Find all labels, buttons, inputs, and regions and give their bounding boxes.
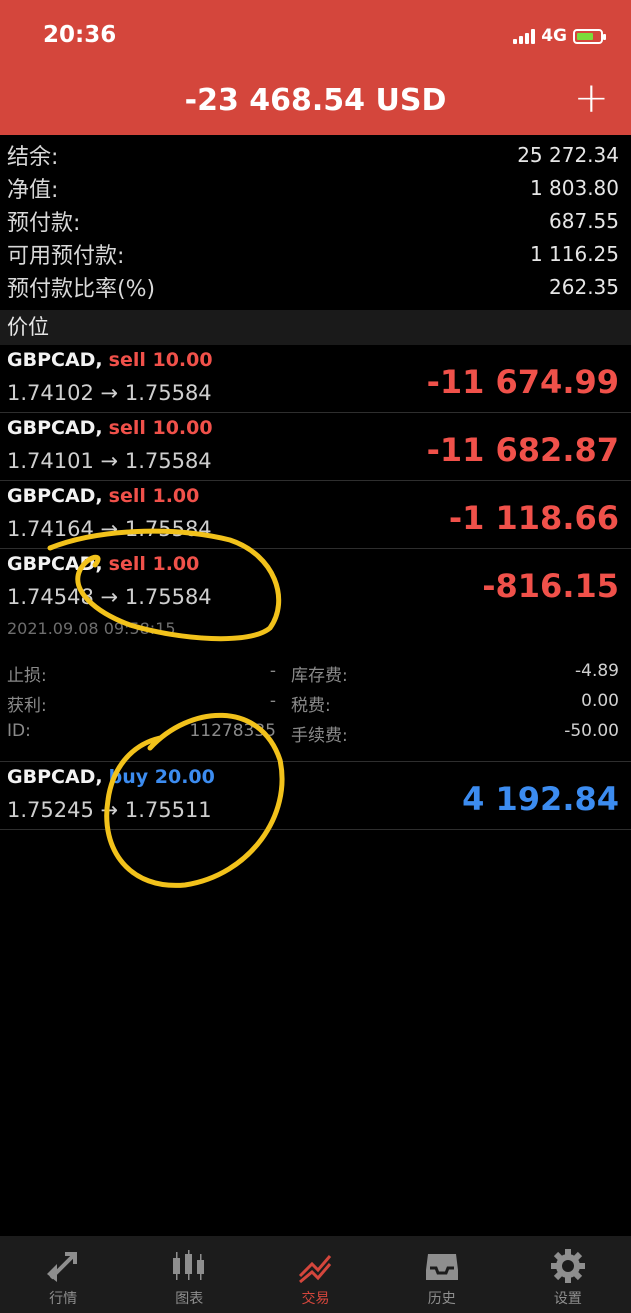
status-indicators: 4G	[513, 26, 606, 46]
candlestick-chart-icon	[167, 1244, 211, 1288]
position-row-expanded[interactable]: GBPCAD, sell 1.00 1.74548 → 1.75584 -816.…	[0, 549, 631, 617]
tab-label: 行情	[49, 1291, 78, 1307]
margin-level-row: 预付款比率(%) 262.35	[0, 270, 631, 303]
open-time: 2021.09.08 09:58:15	[7, 619, 176, 638]
account-summary: 结余: 25 272.34 净值: 1 803.80 预付款: 687.55 可…	[0, 138, 631, 303]
position-side: sell 10.00	[108, 417, 213, 439]
bottom-tab-bar: 行情 图表 交易 历史 设置	[0, 1236, 631, 1313]
position-symbol: GBPCAD,	[7, 485, 103, 507]
stop-loss-label: 止损:	[7, 666, 47, 686]
margin-level-label: 预付款比率(%)	[7, 276, 156, 302]
position-row[interactable]: GBPCAD, sell 10.00 1.74101 → 1.75584 -11 …	[0, 413, 631, 481]
equity-value: 1 803.80	[529, 175, 619, 200]
position-profit: -11 674.99	[426, 363, 619, 401]
take-profit-value: -	[269, 691, 276, 711]
arrow-right-icon: →	[100, 585, 119, 609]
current-price: 1.75584	[124, 585, 212, 609]
balance-value: 25 272.34	[517, 142, 619, 167]
quotes-arrows-icon	[41, 1244, 85, 1288]
new-order-button[interactable]: +	[574, 77, 609, 119]
arrow-right-icon: →	[100, 798, 119, 822]
position-side: sell 1.00	[108, 553, 200, 575]
settings-gear-icon	[546, 1244, 590, 1288]
history-inbox-icon	[420, 1244, 464, 1288]
position-side: sell 1.00	[108, 485, 200, 507]
position-side: buy 20.00	[108, 766, 215, 788]
swap-value: -4.89	[575, 661, 619, 681]
tab-settings[interactable]: 设置	[505, 1236, 631, 1313]
open-price: 1.74101	[7, 449, 94, 473]
tab-label: 图表	[175, 1291, 204, 1307]
position-symbol: GBPCAD,	[7, 349, 103, 371]
stop-loss-value: -	[269, 661, 276, 681]
tab-chart[interactable]: 图表	[126, 1236, 252, 1313]
battery-icon	[573, 28, 606, 44]
trade-trend-icon	[294, 1244, 338, 1288]
position-row[interactable]: GBPCAD, buy 20.00 1.75245 → 1.75511 4 192…	[0, 762, 631, 830]
take-profit-label: 获利:	[7, 696, 47, 716]
id-label: ID:	[7, 721, 31, 741]
margin-label: 预付款:	[7, 210, 81, 236]
margin-row: 预付款: 687.55	[0, 204, 631, 237]
tab-label: 设置	[553, 1291, 582, 1307]
equity-row: 净值: 1 803.80	[0, 171, 631, 204]
tab-quotes[interactable]: 行情	[0, 1236, 126, 1313]
top-bar: 20:36 4G -23 468.54 USD +	[0, 0, 631, 135]
current-price: 1.75584	[124, 381, 212, 405]
balance-row: 结余: 25 272.34	[0, 138, 631, 171]
position-symbol: GBPCAD,	[7, 766, 103, 788]
tax-value: 0.00	[581, 691, 619, 711]
equity-label: 净值:	[7, 177, 59, 203]
position-profit: 4 192.84	[462, 780, 619, 818]
free-margin-value: 1 116.25	[529, 241, 619, 266]
open-price: 1.74548	[7, 585, 94, 609]
id-value: 11278335	[189, 721, 276, 741]
detail-row: 止损: - 库存费: -4.89	[0, 661, 631, 689]
positions-section-header: 价位	[0, 310, 631, 345]
open-price: 1.74102	[7, 381, 94, 405]
open-price: 1.75245	[7, 798, 94, 822]
position-symbol: GBPCAD,	[7, 417, 103, 439]
position-profit: -816.15	[482, 567, 619, 605]
detail-row: ID: 11278335 手续费: -50.00	[0, 721, 631, 762]
open-price: 1.74164	[7, 517, 94, 541]
arrow-right-icon: →	[100, 381, 119, 405]
tab-label: 历史	[427, 1291, 456, 1307]
tab-history[interactable]: 历史	[379, 1236, 505, 1313]
commission-label: 手续费:	[291, 726, 348, 746]
tax-label: 税费:	[291, 696, 331, 716]
arrow-right-icon: →	[100, 449, 119, 473]
current-price: 1.75511	[124, 798, 212, 822]
position-row[interactable]: GBPCAD, sell 1.00 1.74164 → 1.75584 -1 11…	[0, 481, 631, 549]
free-margin-row: 可用预付款: 1 116.25	[0, 237, 631, 270]
network-type: 4G	[541, 26, 567, 46]
balance-label: 结余:	[7, 144, 59, 170]
position-symbol: GBPCAD,	[7, 553, 103, 575]
position-profit: -1 118.66	[448, 499, 619, 537]
tab-trade[interactable]: 交易	[252, 1236, 378, 1313]
swap-label: 库存费:	[291, 666, 348, 686]
position-profit: -11 682.87	[426, 431, 619, 469]
current-price: 1.75584	[124, 517, 212, 541]
commission-value: -50.00	[564, 721, 619, 741]
margin-level-value: 262.35	[549, 274, 619, 299]
position-row[interactable]: GBPCAD, sell 10.00 1.74102 → 1.75584 -11 …	[0, 345, 631, 413]
tab-label: 交易	[301, 1291, 330, 1307]
position-side: sell 10.00	[108, 349, 213, 371]
signal-icon	[513, 28, 536, 44]
margin-value: 687.55	[549, 208, 619, 233]
detail-row: 获利: - 税费: 0.00	[0, 691, 631, 719]
arrow-right-icon: →	[100, 517, 119, 541]
status-time: 20:36	[43, 22, 117, 48]
account-profit-title: -23 468.54 USD	[184, 83, 447, 118]
free-margin-label: 可用预付款:	[7, 243, 125, 269]
current-price: 1.75584	[124, 449, 212, 473]
